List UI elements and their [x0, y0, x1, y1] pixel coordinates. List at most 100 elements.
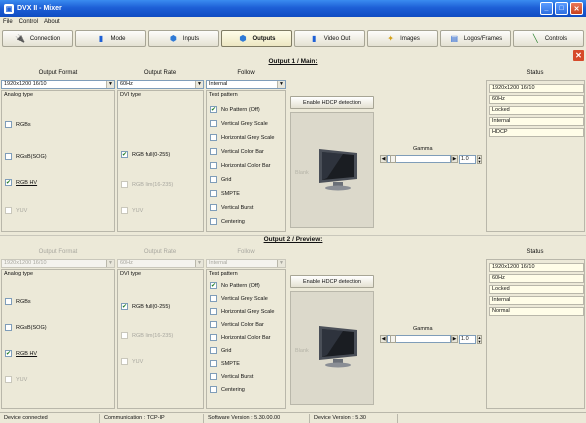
tab-video-out[interactable]: ▮ Video Out [294, 30, 365, 47]
output1-dvi-rgbfull[interactable]: ✔ RGB full(0-255) [121, 151, 170, 158]
checkbox[interactable] [5, 324, 12, 331]
output2-test-0[interactable]: ✔ No Pattern (Off) [210, 282, 260, 289]
output1-gamma-value[interactable]: 1.0 [459, 155, 476, 164]
output1-format-select[interactable]: 1920x1200 16/10 ▼ [1, 80, 115, 89]
output2-analog-rgsb[interactable]: RGsB(SOG) [5, 324, 47, 331]
checkbox[interactable] [210, 218, 217, 225]
spin-down-icon[interactable]: ▼ [478, 339, 482, 344]
output2-test-3[interactable]: Vertical Color Bar [210, 321, 264, 328]
output2-dvi-rgblim[interactable]: RGB lim(16-235) [121, 332, 173, 339]
output1-dvi-rgblim[interactable]: RGB lim(16-235) [121, 181, 173, 188]
checkbox[interactable] [210, 347, 217, 354]
checkbox[interactable] [5, 153, 12, 160]
output1-analog-yuv[interactable]: YUV [5, 207, 27, 214]
output2-gamma-right-button[interactable]: ▶ [451, 335, 458, 343]
output1-analog-rgbs[interactable]: RGBs [5, 121, 31, 128]
checkbox[interactable] [121, 181, 128, 188]
output1-test-8[interactable]: Centering [210, 218, 245, 225]
checkbox-checked[interactable]: ✔ [121, 303, 128, 310]
tab-mode[interactable]: ▮ Mode [75, 30, 146, 47]
checkbox[interactable] [5, 298, 12, 305]
output2-test-4[interactable]: Horizontal Color Bar [210, 334, 271, 341]
slider-thumb[interactable] [390, 155, 396, 163]
output2-gamma-value[interactable]: 1.0 [459, 335, 476, 344]
checkbox[interactable] [210, 176, 217, 183]
output1-test-1[interactable]: Vertical Grey Scale [210, 120, 268, 127]
checkbox[interactable] [210, 321, 217, 328]
checkbox[interactable] [210, 334, 217, 341]
output2-format-select[interactable]: 1920x1200 16/10 ▼ [1, 259, 115, 268]
checkbox[interactable] [210, 134, 217, 141]
checkbox[interactable] [121, 358, 128, 365]
checkbox-checked[interactable]: ✔ [5, 179, 12, 186]
checkbox[interactable] [210, 190, 217, 197]
checkbox[interactable] [5, 121, 12, 128]
output1-test-6[interactable]: SMPTE [210, 190, 240, 197]
output2-dvi-yuv[interactable]: YUV [121, 358, 143, 365]
tab-inputs[interactable]: ⬢ Inputs [148, 30, 219, 47]
close-window-button[interactable]: ✕ [570, 2, 583, 15]
output2-analog-rgbs[interactable]: RGBs [5, 298, 31, 305]
output2-rate-select[interactable]: 60Hz ▼ [117, 259, 204, 268]
checkbox-checked[interactable]: ✔ [5, 350, 12, 357]
output1-test-5[interactable]: Grid [210, 176, 231, 183]
checkbox[interactable] [121, 207, 128, 214]
checkbox[interactable] [210, 360, 217, 367]
checkbox[interactable] [210, 386, 217, 393]
menu-control[interactable]: Control [19, 19, 38, 25]
output2-gamma-left-button[interactable]: ◀ [380, 335, 387, 343]
output1-dvi-yuv[interactable]: YUV [121, 207, 143, 214]
tab-controls[interactable]: ╲ Controls [513, 30, 584, 47]
checkbox[interactable] [210, 148, 217, 155]
checkbox[interactable] [210, 308, 217, 315]
output2-gamma-slider[interactable] [387, 335, 451, 343]
checkbox-checked[interactable]: ✔ [121, 151, 128, 158]
output1-hdcp-button[interactable]: Enable HDCP detection [290, 96, 374, 109]
tab-images[interactable]: ✦ Images [367, 30, 438, 47]
tab-connection[interactable]: 🔌 Connection [2, 30, 73, 47]
output1-test-7[interactable]: Vertical Burst [210, 204, 253, 211]
checkbox[interactable] [210, 204, 217, 211]
output1-test-4[interactable]: Horizontal Color Bar [210, 162, 271, 169]
output1-analog-rgbhv[interactable]: ✔ RGB HV [5, 179, 37, 186]
checkbox[interactable] [210, 373, 217, 380]
checkbox-checked[interactable]: ✔ [210, 282, 217, 289]
output2-test-6[interactable]: SMPTE [210, 360, 240, 367]
output2-follow-select[interactable]: Internal ▼ [206, 259, 286, 268]
output1-gamma-left-button[interactable]: ◀ [380, 155, 387, 163]
tab-logos-frames[interactable]: ▤ Logos/Frames [440, 30, 511, 47]
output1-follow-select[interactable]: Internal ▼ [206, 80, 286, 89]
output1-gamma-spinner[interactable]: ▲ ▼ [477, 155, 482, 164]
output1-gamma-slider[interactable] [387, 155, 451, 163]
output1-rate-select[interactable]: 60Hz ▼ [117, 80, 204, 89]
menu-about[interactable]: About [44, 19, 60, 25]
output1-test-0[interactable]: ✔ No Pattern (Off) [210, 106, 260, 113]
maximize-button[interactable]: □ [555, 2, 568, 15]
slider-thumb[interactable] [390, 335, 396, 343]
output2-test-2[interactable]: Horizontal Grey Scale [210, 308, 275, 315]
output2-test-5[interactable]: Grid [210, 347, 231, 354]
output2-analog-rgbhv[interactable]: ✔ RGB HV [5, 350, 37, 357]
checkbox[interactable] [210, 120, 217, 127]
output2-dvi-rgbfull[interactable]: ✔ RGB full(0-255) [121, 303, 170, 310]
menu-file[interactable]: File [3, 19, 13, 25]
output2-analog-yuv[interactable]: YUV [5, 376, 27, 383]
output2-test-1[interactable]: Vertical Grey Scale [210, 295, 268, 302]
output1-gamma-right-button[interactable]: ▶ [451, 155, 458, 163]
checkbox[interactable] [121, 332, 128, 339]
tab-outputs[interactable]: ⬢ Outputs [221, 30, 292, 47]
spin-down-icon[interactable]: ▼ [478, 159, 482, 164]
checkbox[interactable] [210, 295, 217, 302]
checkbox[interactable] [5, 207, 12, 214]
output1-test-2[interactable]: Horizontal Grey Scale [210, 134, 275, 141]
output2-test-8[interactable]: Centering [210, 386, 245, 393]
checkbox-checked[interactable]: ✔ [210, 106, 217, 113]
output2-hdcp-button[interactable]: Enable HDCP detection [290, 275, 374, 288]
checkbox[interactable] [5, 376, 12, 383]
output1-analog-rgsb[interactable]: RGsB(SOG) [5, 153, 47, 160]
minimize-button[interactable]: _ [540, 2, 553, 15]
checkbox[interactable] [210, 162, 217, 169]
output2-gamma-spinner[interactable]: ▲ ▼ [477, 335, 482, 344]
output2-test-7[interactable]: Vertical Burst [210, 373, 253, 380]
output1-test-3[interactable]: Vertical Color Bar [210, 148, 264, 155]
